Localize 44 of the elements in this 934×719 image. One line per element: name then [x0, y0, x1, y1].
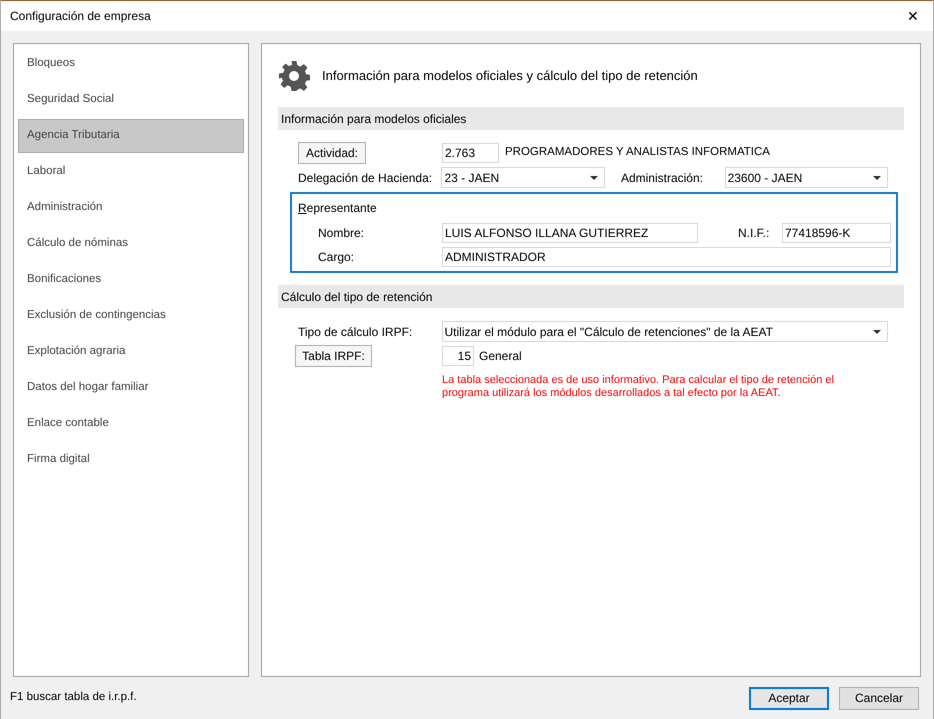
sidebar-item[interactable]: Agencia Tributaria: [18, 119, 244, 153]
field-label: Delegación de Hacienda:: [298, 170, 434, 186]
field-label: Cargo:: [318, 249, 356, 266]
text-field[interactable]: 2.763: [442, 143, 499, 163]
field-label: N.I.F.:: [738, 225, 770, 242]
status-text: F1 buscar tabla de i.r.p.f.: [10, 690, 137, 706]
field-label: Tipo de cálculo IRPF:: [298, 324, 414, 340]
close-button[interactable]: ✕: [903, 6, 923, 26]
section-header: Cálculo del tipo de retención: [278, 285, 904, 308]
field-label: Administración:: [620, 170, 704, 186]
dialog-button[interactable]: Cancelar: [839, 686, 919, 710]
sidebar-item[interactable]: Explotación agraria: [18, 335, 244, 369]
field-label: Nombre:: [318, 225, 366, 242]
dropdown-caret-icon: [873, 176, 882, 180]
window-title: Configuración de empresa: [10, 8, 151, 25]
sidebar-item[interactable]: Laboral: [18, 155, 244, 189]
dropdown-field[interactable]: 23 - JAEN: [441, 167, 605, 188]
group-title: Representante: [298, 201, 377, 215]
sidebar-item[interactable]: Seguridad Social: [18, 83, 244, 117]
tabla-irpf-button[interactable]: Tabla IRPF:: [295, 345, 372, 367]
gear-icon: [278, 60, 310, 92]
text-field[interactable]: ADMINISTRADOR: [442, 247, 891, 267]
activity-description: PROGRAMADORES Y ANALISTAS INFORMATICA: [505, 145, 770, 160]
text-field[interactable]: 15: [442, 346, 474, 366]
sidebar-item[interactable]: Bonificaciones: [18, 263, 244, 297]
dropdown-caret-icon: [590, 176, 598, 180]
sidebar-item[interactable]: Datos del hogar familiar: [18, 371, 244, 405]
sidebar-item[interactable]: Administración: [18, 191, 244, 225]
text-field[interactable]: LUIS ALFONSO ILLANA GUTIERREZ: [442, 223, 698, 243]
page-title: Información para modelos oficiales y cálculo del tipo de retención: [322, 67, 698, 86]
dropdown-caret-icon: [873, 330, 881, 334]
sidebar-item[interactable]: Cálculo de nóminas: [18, 227, 244, 261]
actividad-button[interactable]: Actividad:: [298, 142, 366, 164]
table-description: General: [479, 348, 522, 365]
dropdown-field[interactable]: Utilizar el módulo para el "Cálculo de retenciones" de la AEAT: [442, 321, 888, 342]
sidebar-item[interactable]: Exclusión de contingencias: [18, 299, 244, 333]
sidebar-item[interactable]: Enlace contable: [18, 407, 244, 441]
warning-message: La tabla seleccionada es de uso informativo. Para calcular el tipo de retención el programa utilizará los módulos desarrollados a tal efecto por la AEAT.: [442, 374, 835, 400]
sidebar-item[interactable]: Bloqueos: [18, 47, 244, 81]
sidebar-item[interactable]: Firma digital: [18, 443, 244, 477]
section-header: Información para modelos oficiales: [278, 107, 904, 130]
dropdown-field[interactable]: 23600 - JAEN: [724, 167, 888, 188]
dialog-button[interactable]: Aceptar: [749, 686, 829, 710]
text-field[interactable]: 77418596-K: [782, 223, 891, 243]
